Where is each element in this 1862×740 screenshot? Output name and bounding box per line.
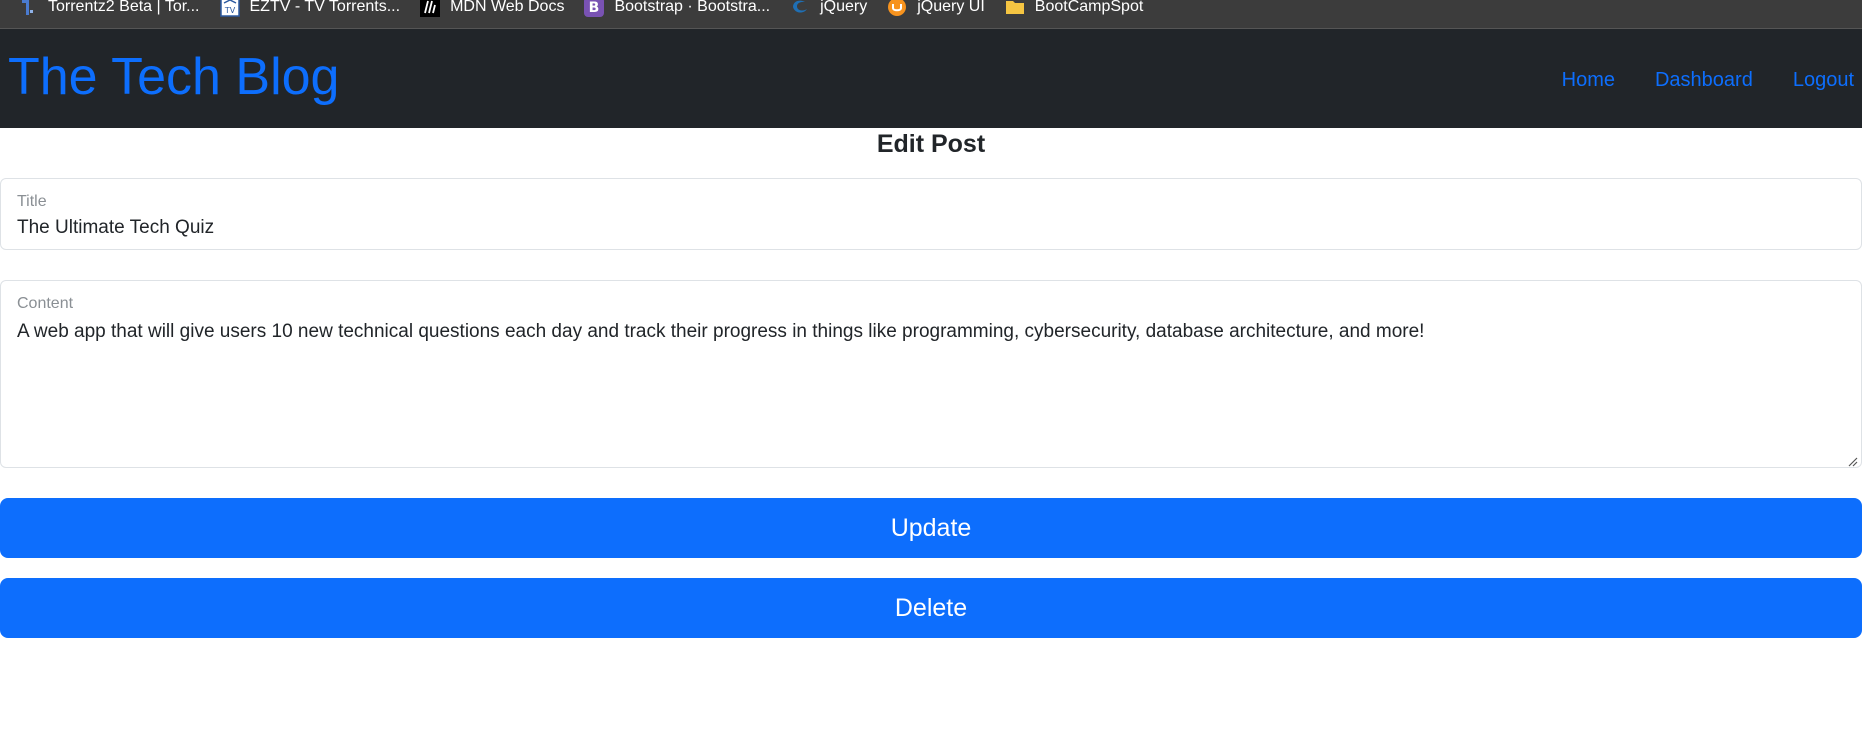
svg-text:TV: TV xyxy=(223,6,235,15)
delete-button[interactable]: Delete xyxy=(0,578,1862,638)
navbar: The Tech Blog Home Dashboard Logout xyxy=(0,29,1862,128)
content-label: Content xyxy=(17,295,74,312)
bookmark-label: Bootstrap · Bootstra... xyxy=(614,0,771,15)
nav-link-home[interactable]: Home xyxy=(1562,70,1615,90)
bookmark-jquery-ui[interactable]: jQuery UI xyxy=(887,0,985,22)
nav-link-logout[interactable]: Logout xyxy=(1793,70,1854,90)
resize-handle-icon[interactable] xyxy=(1846,452,1858,467)
nav-links: Home Dashboard Logout xyxy=(1544,70,1862,90)
title-label: Title xyxy=(17,193,47,210)
nav-link-dashboard[interactable]: Dashboard xyxy=(1655,70,1753,90)
bootstrap-icon: B xyxy=(584,0,605,17)
bookmark-torrentz[interactable]: Torrentz2 Beta | Tor... xyxy=(18,0,200,22)
bookmark-jquery[interactable]: jQuery xyxy=(790,0,867,22)
jquery-ui-icon xyxy=(887,0,907,17)
bookmark-label: jQuery xyxy=(820,0,868,15)
site-brand[interactable]: The Tech Blog xyxy=(8,51,339,103)
bookmark-label: Torrentz2 Beta | Tor... xyxy=(48,0,200,15)
title-input[interactable] xyxy=(17,217,1837,239)
mdn-icon xyxy=(420,0,441,17)
bookmark-bootcampspot[interactable]: BootCampSpot xyxy=(1005,0,1144,22)
torrentz-icon xyxy=(18,0,38,17)
bookmarks-bar: Torrentz2 Beta | Tor... TV EZTV - TV Tor… xyxy=(0,0,1862,29)
bookmark-bootstrap[interactable]: B Bootstrap · Bootstra... xyxy=(584,0,770,22)
page-title: Edit Post xyxy=(876,130,986,158)
folder-icon xyxy=(1005,0,1025,17)
svg-text:B: B xyxy=(589,0,600,16)
update-button[interactable]: Update xyxy=(0,498,1862,558)
bookmark-label: jQuery UI xyxy=(917,0,985,15)
bookmark-label: EZTV - TV Torrents... xyxy=(249,0,401,15)
bookmark-mdn[interactable]: MDN Web Docs xyxy=(420,0,564,22)
content-textarea[interactable]: A web app that will give users 10 new te… xyxy=(17,319,1837,459)
jquery-icon xyxy=(790,0,810,17)
bookmark-label: MDN Web Docs xyxy=(450,0,565,15)
bookmark-label: BootCampSpot xyxy=(1034,0,1144,15)
content-field[interactable]: Content A web app that will give users 1… xyxy=(0,280,1862,468)
title-field[interactable]: Title xyxy=(0,178,1862,250)
eztv-icon: TV xyxy=(219,0,240,17)
bookmark-eztv[interactable]: TV EZTV - TV Torrents... xyxy=(219,0,401,22)
